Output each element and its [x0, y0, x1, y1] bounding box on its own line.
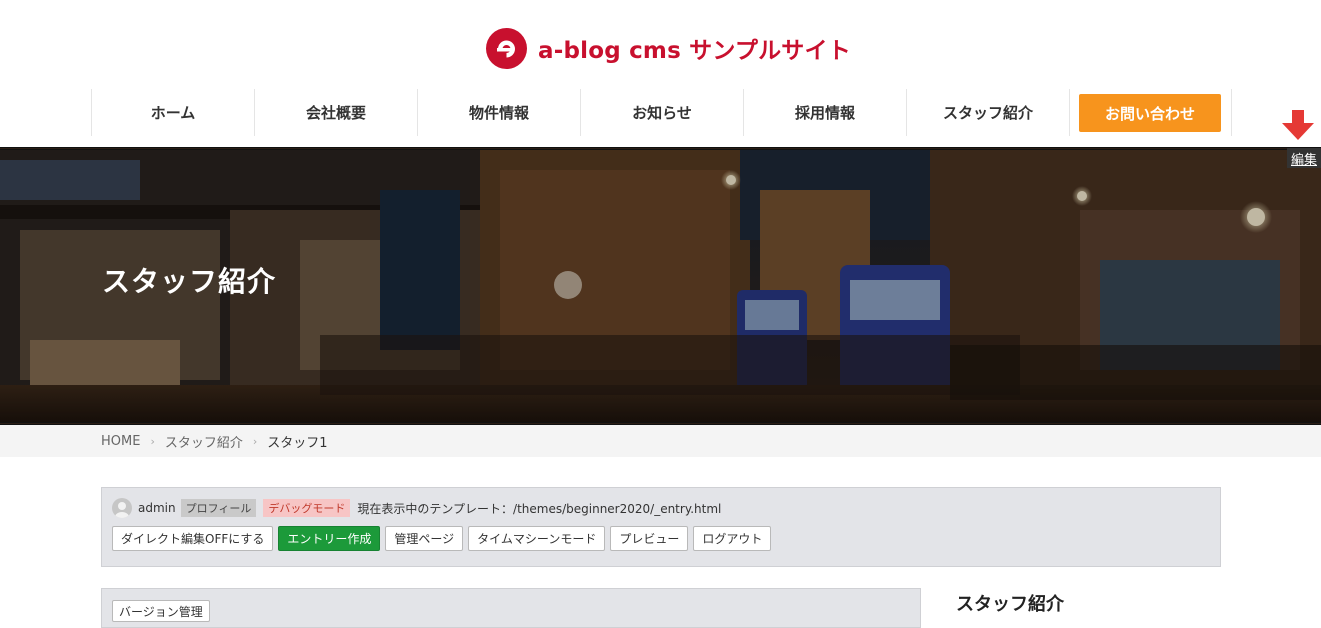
hero-title: スタッフ紹介: [102, 265, 277, 298]
nav-item-property[interactable]: 物件情報: [417, 89, 580, 136]
nav-item-company[interactable]: 会社概要: [254, 89, 417, 136]
logout-button[interactable]: ログアウト: [693, 526, 772, 551]
global-nav: ホーム 会社概要 物件情報 お知らせ 採用情報 スタッフ紹介 お問い合わせ: [91, 89, 1232, 136]
contact-button[interactable]: お問い合わせ: [1079, 94, 1221, 132]
admin-username: admin: [138, 501, 176, 515]
breadcrumb-separator: ›: [252, 434, 258, 448]
breadcrumb-separator: ›: [150, 434, 155, 448]
site-header: a-blog cms サンプルサイト ホーム 会社概要 物件情報 お知らせ 採用…: [0, 0, 1321, 150]
preview-button[interactable]: プレビュー: [610, 526, 689, 551]
breadcrumb-staff[interactable]: スタッフ紹介: [165, 432, 243, 451]
logo-mark-icon: [486, 27, 527, 69]
timemachine-mode-button[interactable]: タイムマシーンモード: [468, 526, 606, 551]
version-control-button[interactable]: バージョン管理: [112, 600, 210, 622]
breadcrumb-current: スタッフ1: [267, 435, 328, 451]
admin-toolbar: admin プロフィール デバッグモード 現在表示中のテンプレート：/theme…: [101, 487, 1221, 567]
site-title: a-blog cms サンプルサイト: [538, 38, 851, 64]
nav-item-home[interactable]: ホーム: [91, 89, 254, 136]
hero-banner: スタッフ紹介: [0, 147, 1321, 425]
profile-tag[interactable]: プロフィール: [180, 499, 257, 517]
breadcrumb-home[interactable]: HOME: [101, 434, 140, 449]
admin-page-button[interactable]: 管理ページ: [385, 526, 464, 551]
debug-mode-badge: デバッグモード: [263, 499, 351, 517]
site-logo[interactable]: a-blog cms サンプルサイト: [486, 26, 851, 70]
admin-actions: ダイレクト編集OFFにする エントリー作成 管理ページ タイムマシーンモード プ…: [112, 526, 772, 552]
direct-edit-off-button[interactable]: ダイレクト編集OFFにする: [112, 526, 274, 551]
breadcrumb: HOME › スタッフ紹介 › スタッフ1: [0, 425, 1321, 457]
sidebar-title: スタッフ紹介: [956, 594, 1064, 615]
down-arrow-icon[interactable]: [1282, 110, 1314, 140]
create-entry-button[interactable]: エントリー作成: [278, 526, 381, 551]
avatar[interactable]: [112, 498, 132, 518]
edit-link[interactable]: 編集: [1287, 148, 1321, 168]
nav-item-recruit[interactable]: 採用情報: [743, 89, 906, 136]
template-path: 現在表示中のテンプレート：/themes/beginner2020/_entry…: [357, 501, 722, 516]
entry-admin-box: バージョン管理: [101, 588, 921, 628]
admin-status-row: admin プロフィール デバッグモード 現在表示中のテンプレート：/theme…: [112, 498, 721, 518]
nav-item-news[interactable]: お知らせ: [580, 89, 743, 136]
nav-item-staff[interactable]: スタッフ紹介: [906, 89, 1069, 136]
